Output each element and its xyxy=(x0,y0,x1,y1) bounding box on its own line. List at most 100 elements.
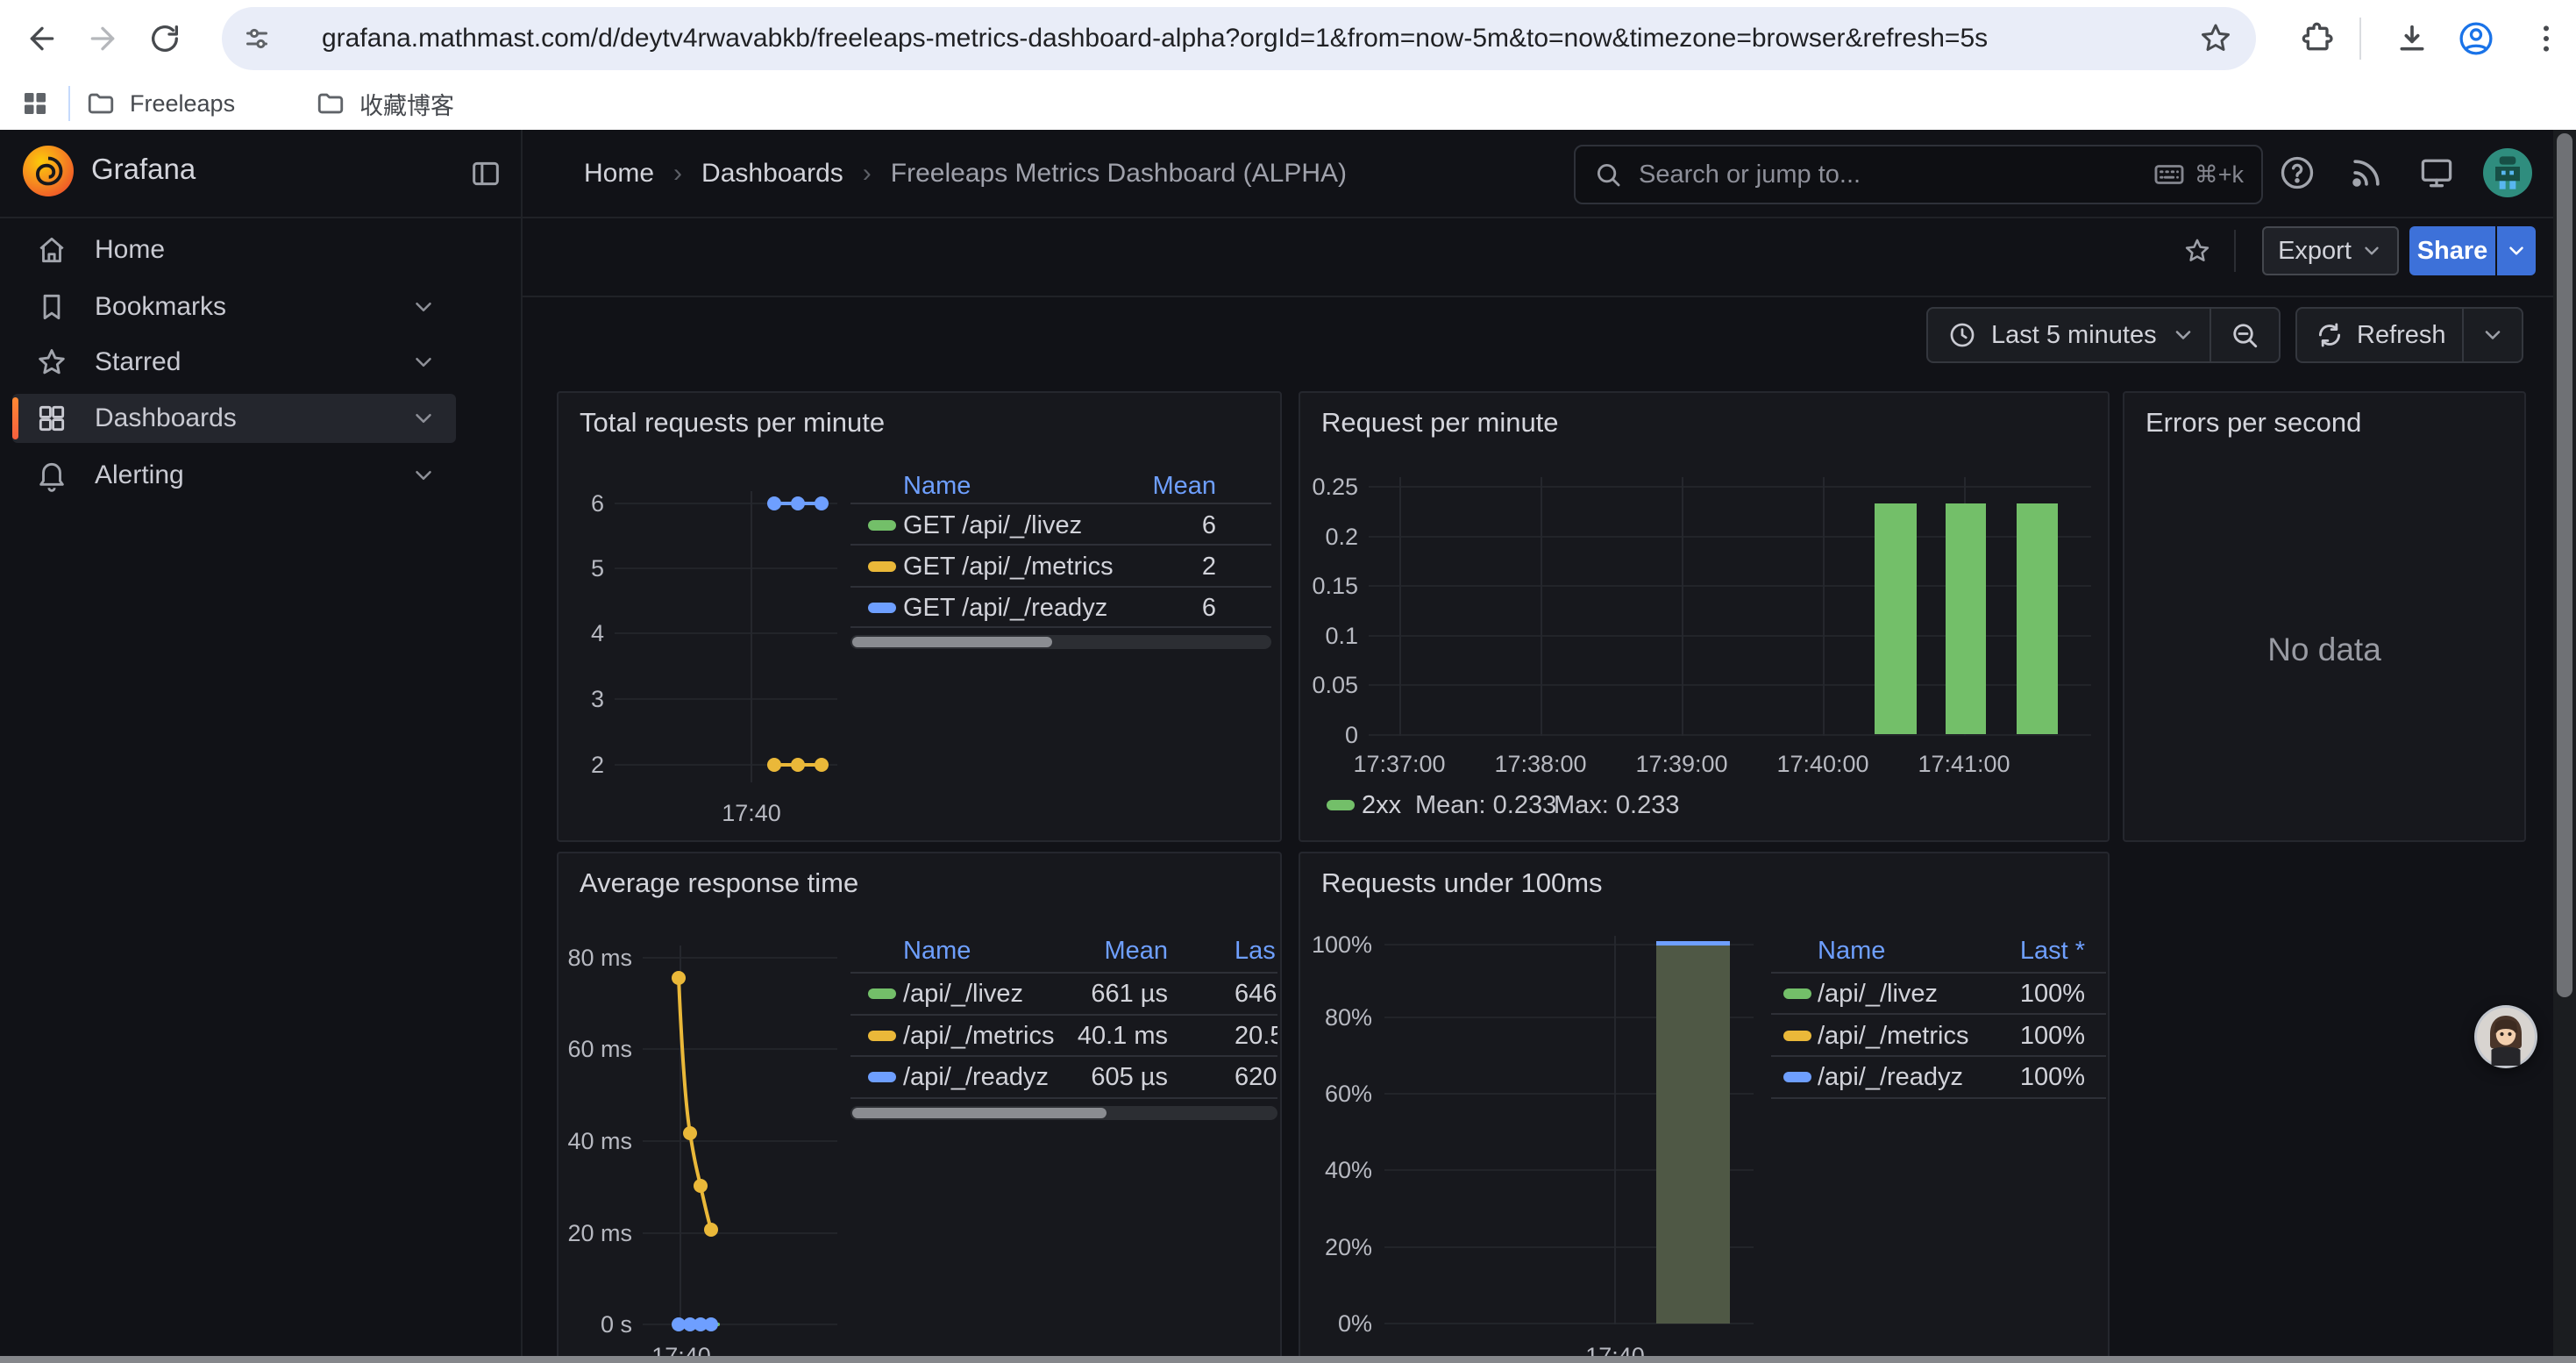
series-color-pill[interactable] xyxy=(1783,988,1811,999)
panel-requests-under-100ms[interactable]: Requests under 100ms 100% 80% 60% 40% 20… xyxy=(1299,852,2110,1363)
breadcrumb-dashboards[interactable]: Dashboards xyxy=(701,159,843,189)
series-color-pill[interactable] xyxy=(868,561,896,572)
legend-series[interactable]: 2xx xyxy=(1362,790,1401,820)
legend-name[interactable]: /api/_/livez xyxy=(1818,979,1938,1009)
collapse-sidebar-icon[interactable] xyxy=(468,156,503,191)
legend-last: 100% xyxy=(1953,979,2085,1009)
share-menu-button[interactable] xyxy=(2497,226,2536,275)
brand-name[interactable]: Grafana xyxy=(91,153,196,186)
favorite-star-icon[interactable] xyxy=(2182,236,2212,266)
horizontal-scrollbar[interactable] xyxy=(0,1356,2576,1363)
legend-col-mean[interactable]: Mean xyxy=(1036,936,1168,966)
back-icon[interactable] xyxy=(25,21,60,56)
legend-separator xyxy=(850,972,1277,974)
legend-col-mean[interactable]: Mean xyxy=(1085,471,1216,501)
share-label: Share xyxy=(2417,237,2488,266)
breadcrumb-home[interactable]: Home xyxy=(584,159,654,189)
metrics-response-curve xyxy=(646,959,751,1257)
series-color-pill[interactable] xyxy=(1783,1031,1811,1041)
forward-icon[interactable] xyxy=(85,21,120,56)
user-avatar[interactable] xyxy=(2483,148,2532,197)
legend-name[interactable]: /api/_/readyz xyxy=(1818,1062,1963,1092)
share-button[interactable]: Share xyxy=(2409,226,2495,275)
x-tick: 17:40:00 xyxy=(1753,749,1893,779)
legend-name[interactable]: /api/_/metrics xyxy=(1818,1021,1968,1051)
legend-col-name[interactable]: Name xyxy=(903,936,971,966)
sidebar-item-home[interactable]: Home xyxy=(12,225,456,275)
gridline xyxy=(615,632,837,634)
sidebar-item-bookmarks[interactable]: Bookmarks xyxy=(12,282,456,332)
series-color-pill[interactable] xyxy=(868,1072,896,1082)
profile-icon[interactable] xyxy=(2457,19,2492,54)
reload-icon[interactable] xyxy=(147,21,182,56)
legend-last: 620 xyxy=(1235,1062,1277,1092)
sidebar-item-label: Bookmarks xyxy=(95,292,226,322)
url-bar[interactable]: grafana.mathmast.com/d/deytv4rwavabkb/fr… xyxy=(222,7,2256,70)
page-scrollbar-thumb[interactable] xyxy=(2557,133,2572,997)
chevron-down-icon[interactable] xyxy=(410,294,437,320)
panel-average-response-time[interactable]: Average response time 80 ms 60 ms 40 ms … xyxy=(557,852,1282,1363)
y-tick: 0.2 xyxy=(1300,522,1358,552)
toolbar-divider xyxy=(2359,18,2361,60)
breadcrumb-separator: › xyxy=(673,159,682,189)
zoom-out-icon[interactable] xyxy=(2229,319,2260,351)
help-icon[interactable] xyxy=(2278,153,2316,192)
star-icon xyxy=(35,346,68,379)
legend-name[interactable]: GET /api/_/livez xyxy=(903,510,1082,540)
series-color-pill[interactable] xyxy=(1327,800,1355,810)
legend-col-last[interactable]: Las xyxy=(1235,936,1277,966)
series-color-pill[interactable] xyxy=(868,988,896,999)
chevron-down-icon[interactable] xyxy=(410,462,437,489)
search-bar[interactable]: ⌘+k xyxy=(1574,145,2263,204)
breadcrumb-current: Freeleaps Metrics Dashboard (ALPHA) xyxy=(891,159,1347,189)
refresh-button[interactable]: Refresh xyxy=(2295,307,2523,363)
legend-name[interactable]: /api/_/metrics xyxy=(903,1021,1054,1051)
sidebar-item-starred[interactable]: Starred xyxy=(12,338,456,387)
series-color-pill[interactable] xyxy=(1783,1072,1811,1082)
legend-scrollbar-thumb[interactable] xyxy=(852,637,1052,647)
gridline-vertical xyxy=(1399,477,1401,736)
legend-scrollbar-thumb[interactable] xyxy=(852,1108,1107,1118)
apps-grid-icon[interactable] xyxy=(19,88,51,119)
keyboard-icon xyxy=(2153,158,2186,191)
browser-menu-icon[interactable] xyxy=(2529,21,2564,56)
monitor-icon[interactable] xyxy=(2417,153,2456,192)
sidebar-item-dashboards[interactable]: Dashboards xyxy=(12,394,456,443)
refresh-interval-chevron-icon[interactable] xyxy=(2480,323,2505,347)
chevron-down-icon[interactable] xyxy=(410,349,437,375)
bookmark-star-icon[interactable] xyxy=(2198,21,2233,56)
news-rss-icon[interactable] xyxy=(2347,153,2386,192)
legend-name[interactable]: /api/_/readyz xyxy=(903,1062,1049,1092)
panel-total-requests[interactable]: Total requests per minute 6 5 4 3 2 17:4… xyxy=(557,391,1282,842)
chevron-down-icon xyxy=(2171,323,2195,347)
legend-col-name[interactable]: Name xyxy=(903,471,971,501)
legend-name[interactable]: GET /api/_/readyz xyxy=(903,593,1107,623)
panel-request-per-minute[interactable]: Request per minute 0.25 0.2 0.15 0.1 0.0… xyxy=(1299,391,2110,842)
sidebar-item-alerting[interactable]: Alerting xyxy=(12,451,456,500)
gridline xyxy=(615,698,837,700)
bookmark-folder-freeleaps[interactable]: Freeleaps xyxy=(86,77,235,130)
series-color-pill[interactable] xyxy=(868,1031,896,1041)
legend-scrollbar[interactable] xyxy=(850,635,1271,649)
site-settings-icon[interactable] xyxy=(241,23,273,54)
series-color-pill[interactable] xyxy=(868,520,896,531)
grafana-logo[interactable] xyxy=(23,146,74,196)
export-button[interactable]: Export xyxy=(2262,226,2399,275)
legend-col-name[interactable]: Name xyxy=(1818,936,1885,966)
panel-errors-per-second[interactable]: Errors per second No data xyxy=(2123,391,2526,842)
gridline xyxy=(1369,486,2091,488)
legend-scrollbar[interactable] xyxy=(850,1106,1277,1120)
search-input[interactable] xyxy=(1637,160,2153,190)
extensions-icon[interactable] xyxy=(2301,21,2336,56)
legend-col-last[interactable]: Last * xyxy=(1953,936,2085,966)
bookmark-folder-blog[interactable]: 收藏博客 xyxy=(316,77,454,130)
chevron-down-icon[interactable] xyxy=(410,405,437,432)
legend-name[interactable]: GET /api/_/metrics xyxy=(903,552,1114,582)
series-color-pill[interactable] xyxy=(868,603,896,613)
y-tick: 0.05 xyxy=(1300,670,1358,700)
legend-mean: 6 xyxy=(1085,593,1216,623)
downloads-icon[interactable] xyxy=(2395,21,2430,56)
legend-name[interactable]: /api/_/livez xyxy=(903,979,1023,1009)
time-range-picker[interactable]: Last 5 minutes xyxy=(1926,307,2281,363)
assistant-avatar[interactable] xyxy=(2474,1005,2537,1068)
